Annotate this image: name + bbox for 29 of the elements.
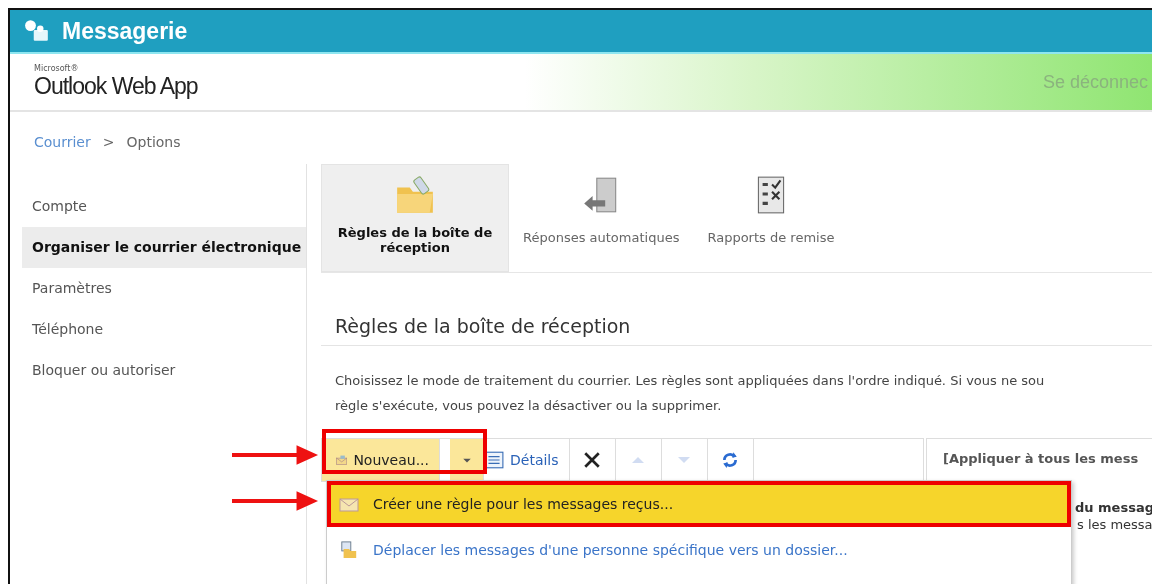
product-logo: Outlook Web App xyxy=(34,73,198,100)
tab[interactable]: Règles de la boîte de réception xyxy=(321,164,509,272)
refresh-icon xyxy=(721,451,740,469)
app-title: Messagerie xyxy=(62,17,188,45)
sidebar-item[interactable]: Bloquer ou autoriser xyxy=(22,350,306,391)
sidebar-item[interactable]: Téléphone xyxy=(22,309,306,350)
rule-heading: [Appliquer à tous les mess xyxy=(943,450,1140,466)
menu-item[interactable]: Déplacer les messages d'une personne spécifique vers un dossier... xyxy=(327,527,1071,573)
delete-icon xyxy=(583,451,602,469)
sidebar-item[interactable]: Compte xyxy=(22,186,306,227)
rule-text: du messag xyxy=(1075,500,1152,515)
rule-text: s les messa xyxy=(1077,517,1152,532)
sidebar-item[interactable]: Organiser le courrier électronique xyxy=(22,227,306,268)
people-icon xyxy=(24,19,50,43)
sidebar-item[interactable]: Paramètres xyxy=(22,268,306,309)
down-arrow-icon xyxy=(678,457,691,463)
breadcrumb-current: Options xyxy=(126,134,181,150)
section-title: Règles de la boîte de réception xyxy=(321,273,1152,346)
envelope-icon xyxy=(339,495,359,513)
up-arrow-icon xyxy=(632,457,645,463)
folder-icon xyxy=(339,541,359,559)
tab[interactable]: Rapports de remise xyxy=(693,164,849,272)
description-text: Choisissez le mode de traitement du courrier. Les règles sont appliquées dans l'ordre indiqué. Si vous ne sou règle s'exécute, vous pouvez la désactiver ou la supprimer. xyxy=(334,372,1046,415)
list-icon xyxy=(484,451,504,469)
breadcrumb-separator: > xyxy=(102,134,115,150)
brand-caption: Microsoft® xyxy=(34,64,80,73)
tab[interactable]: Réponses automatiques xyxy=(509,164,694,272)
dropdown-button[interactable] xyxy=(450,439,484,481)
menu-item[interactable]: Créer une règle pour les messages reçus... xyxy=(327,481,1071,527)
